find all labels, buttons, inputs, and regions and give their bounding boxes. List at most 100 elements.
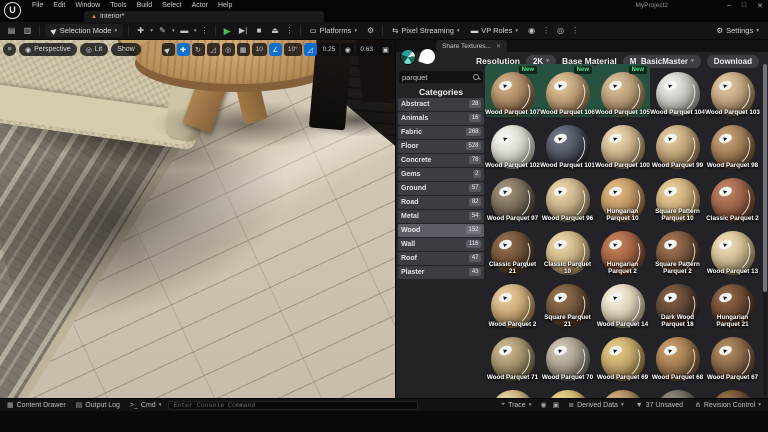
- selection-mode-dropdown[interactable]: ▶ Selection Mode ▾: [45, 24, 123, 37]
- material-item[interactable]: ▶Hungarian Parquet 10: [595, 170, 650, 223]
- scale-snap-value[interactable]: 0.25: [319, 43, 340, 56]
- eject-button[interactable]: ⏏: [269, 23, 282, 39]
- material-item[interactable]: ▶Square Pattern Parquet 2: [650, 223, 705, 276]
- minimize-button[interactable]: –: [727, 2, 731, 10]
- play-button[interactable]: ▶: [221, 23, 234, 39]
- close-button[interactable]: ✕: [757, 2, 763, 10]
- material-item[interactable]: ▶Hungarian Parquet 2: [595, 223, 650, 276]
- grid-snap-value[interactable]: 10: [252, 43, 267, 56]
- content-browser-icon[interactable]: ▥: [21, 23, 34, 39]
- cmd-dropdown[interactable]: >_ Cmd ▾: [127, 402, 165, 409]
- category-road[interactable]: Road82: [398, 196, 484, 209]
- menu-select[interactable]: Select: [157, 0, 186, 11]
- scale-snap-icon[interactable]: ◿: [304, 43, 317, 56]
- menu-build[interactable]: Build: [132, 0, 158, 11]
- menu-edit[interactable]: Edit: [48, 0, 70, 11]
- category-gems[interactable]: Gems2: [398, 168, 484, 181]
- blueprints-icon[interactable]: ✎: [156, 23, 169, 39]
- category-wood[interactable]: Wood152: [398, 224, 484, 237]
- console-command-input[interactable]: [168, 401, 418, 410]
- camera-speed-icon[interactable]: ◉: [341, 43, 354, 56]
- more-options-icon[interactable]: ⋮: [200, 26, 210, 35]
- material-item[interactable]: ▶Classic Parquet 21: [485, 223, 540, 276]
- lit-mode-dropdown[interactable]: ◎ Lit: [80, 43, 109, 56]
- material-item[interactable]: ▶Wood Parquet 67: [705, 329, 760, 382]
- perspective-dropdown[interactable]: ◉ Perspective: [19, 43, 77, 56]
- insights-icon[interactable]: ◉: [540, 401, 546, 409]
- show-dropdown[interactable]: Show: [111, 43, 141, 56]
- category-roof[interactable]: Roof47: [398, 252, 484, 265]
- derived-data-dropdown[interactable]: ≣ Derived Data ▾: [565, 401, 627, 409]
- select-tool-icon[interactable]: ▶: [162, 43, 175, 56]
- material-item[interactable]: ▶Wood Parquet 69: [595, 329, 650, 382]
- maximize-button[interactable]: □: [742, 2, 746, 10]
- material-item[interactable]: New▶Wood Parquet 106: [540, 64, 595, 117]
- content-drawer-button[interactable]: ▦ Content Drawer: [4, 401, 69, 409]
- category-wall[interactable]: Wall116: [398, 238, 484, 251]
- material-item[interactable]: ▶Wood Parquet 71: [485, 329, 540, 382]
- project-settings-gear-icon[interactable]: ⚙: [364, 23, 377, 39]
- material-item-partial[interactable]: ▶: [650, 382, 705, 398]
- material-item[interactable]: ▶Dark Wood Parquet 18: [650, 276, 705, 329]
- screenshot-icon[interactable]: ▣: [553, 401, 560, 409]
- cinematics-icon[interactable]: ▬: [178, 23, 191, 39]
- chevron-down-icon[interactable]: ▾: [172, 28, 175, 34]
- stop-button[interactable]: ■: [253, 23, 266, 39]
- category-ground[interactable]: Ground57: [398, 182, 484, 195]
- material-item[interactable]: ▶Wood Parquet 13: [705, 223, 760, 276]
- material-item[interactable]: ▶Square Parquet 21: [540, 276, 595, 329]
- quick-add-icon[interactable]: ✚: [134, 23, 147, 39]
- world-space-icon[interactable]: ◎: [222, 43, 235, 56]
- viewport-menu-icon[interactable]: ≡: [3, 43, 16, 56]
- viewport[interactable]: ≡ ◉ Perspective ◎ Lit Show ▶ ✚ ↻ ◿ ◎ ▦ 1…: [0, 40, 395, 398]
- category-floor[interactable]: Floor528: [398, 140, 484, 153]
- frame-skip-button[interactable]: ▶|: [237, 23, 250, 39]
- menu-tools[interactable]: Tools: [105, 0, 131, 11]
- camera-icon[interactable]: ◉: [525, 23, 538, 39]
- play-options-icon[interactable]: ⋮: [285, 26, 295, 35]
- rotate-tool-icon[interactable]: ↻: [192, 43, 205, 56]
- vp-roles-dropdown[interactable]: ▬ VP Roles ▾: [467, 24, 522, 37]
- menu-window[interactable]: Window: [70, 0, 105, 11]
- category-metal[interactable]: Metal54: [398, 210, 484, 223]
- settings-dropdown[interactable]: ⚙ Settings ▾: [712, 24, 763, 37]
- material-item[interactable]: ▶Wood Parquet 103: [705, 64, 760, 117]
- material-item[interactable]: ▶Hungarian Parquet 21: [705, 276, 760, 329]
- unreal-logo-icon[interactable]: U: [4, 2, 21, 19]
- category-concrete[interactable]: Concrete78: [398, 154, 484, 167]
- level-tab-interior[interactable]: ▲ Interior*: [84, 11, 324, 22]
- category-animals[interactable]: Animals16: [398, 112, 484, 125]
- material-item[interactable]: ▶Wood Parquet 101: [540, 117, 595, 170]
- material-item[interactable]: ▶Wood Parquet 70: [540, 329, 595, 382]
- material-item-partial[interactable]: ▶: [485, 382, 540, 398]
- more-options-icon[interactable]: ⋮: [541, 26, 551, 35]
- chevron-down-icon[interactable]: ▾: [194, 28, 197, 34]
- unsaved-button[interactable]: ▼ 37 Unsaved: [633, 402, 686, 409]
- pixel-streaming-dropdown[interactable]: ⇆ Pixel Streaming ▾: [388, 24, 464, 37]
- material-item[interactable]: ▶Wood Parquet 104: [650, 64, 705, 117]
- material-item[interactable]: ▶Wood Parquet 97: [485, 170, 540, 223]
- output-log-button[interactable]: ▤ Output Log: [73, 401, 123, 409]
- menu-file[interactable]: File: [27, 0, 48, 11]
- category-abstract[interactable]: Abstract28: [398, 98, 484, 111]
- menu-help[interactable]: Help: [213, 0, 237, 11]
- panel-scrollbar[interactable]: [763, 64, 767, 395]
- camera-speed-value[interactable]: 0.63: [356, 43, 377, 56]
- more-options-icon[interactable]: ⋮: [570, 26, 580, 35]
- chevron-down-icon[interactable]: ▾: [150, 28, 153, 34]
- sequencer-icon[interactable]: ◎: [554, 23, 567, 39]
- rotation-snap-icon[interactable]: ∠: [269, 43, 282, 56]
- material-item[interactable]: ▶Classic Parquet 2: [705, 170, 760, 223]
- platforms-dropdown[interactable]: ▭ Platforms ▾: [306, 24, 362, 37]
- material-item[interactable]: ▶Wood Parquet 2: [485, 276, 540, 329]
- close-tab-icon[interactable]: ✕: [496, 43, 501, 50]
- material-item[interactable]: ▶Wood Parquet 96: [540, 170, 595, 223]
- material-item[interactable]: ▶Classic Parquet 10: [540, 223, 595, 276]
- material-item[interactable]: ▶Wood Parquet 14: [595, 276, 650, 329]
- material-item[interactable]: ▶Wood Parquet 102: [485, 117, 540, 170]
- material-item-partial[interactable]: ▶: [595, 382, 650, 398]
- maximize-viewport-icon[interactable]: ▣: [379, 43, 392, 56]
- material-item[interactable]: New▶Wood Parquet 105: [595, 64, 650, 117]
- scrollbar-thumb[interactable]: [763, 64, 767, 292]
- search-box[interactable]: [399, 71, 483, 83]
